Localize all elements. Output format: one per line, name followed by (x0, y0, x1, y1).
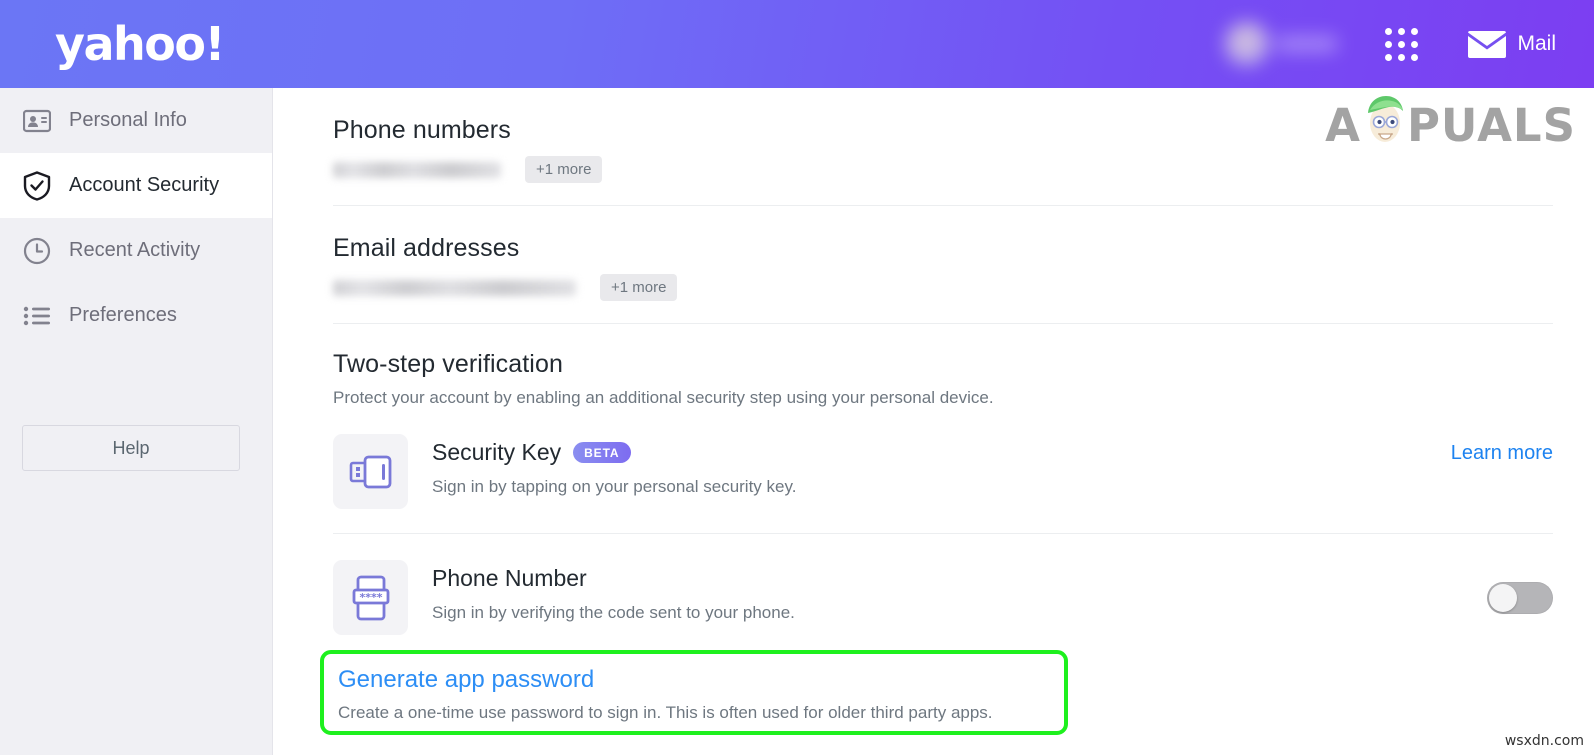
security-key-icon-box (333, 434, 408, 509)
apps-grid-dot (1411, 40, 1419, 48)
learn-more-link[interactable]: Learn more (1451, 434, 1553, 465)
apps-grid-dot (1411, 53, 1419, 61)
sidebar-item-preferences[interactable]: Preferences (0, 283, 272, 348)
help-button[interactable]: Help (22, 425, 240, 471)
site-watermark: wsxdn.com (1504, 733, 1584, 749)
appuals-brand-a: A (1325, 98, 1361, 152)
security-key-title: Security Key (432, 439, 562, 465)
appuals-mascot-icon (1367, 96, 1403, 142)
phone-number-icon-box: **** (333, 560, 408, 635)
security-key-usb-icon (349, 455, 391, 488)
mail-label: Mail (1517, 32, 1556, 55)
mail-link[interactable]: Mail (1468, 30, 1556, 58)
apps-grid-dot (1411, 27, 1419, 35)
generate-app-password-description: Create a one-time use password to sign i… (338, 703, 993, 722)
contact-card-icon (22, 106, 52, 136)
security-key-description: Sign in by tapping on your personal secu… (432, 477, 797, 496)
phone-number-title-line: Phone Number (432, 565, 1487, 592)
sidebar-item-label: Preferences (69, 304, 177, 326)
sidebar-item-label: Personal Info (69, 109, 187, 131)
security-key-title-line: Security Key BETA (432, 439, 1451, 466)
two-step-verification-section: Two-step verification Protect your accou… (333, 324, 1553, 659)
toggle-knob (1489, 583, 1517, 612)
appuals-brand-rest: PUALS (1406, 98, 1576, 152)
clock-icon (22, 236, 52, 266)
page-root: yahoo! Mail Personal Info Account Securi… (0, 0, 1594, 755)
phone-passcode-icon: **** (352, 575, 389, 620)
apps-grid-dot (1398, 27, 1406, 35)
header-right-cluster: Mail (1225, 22, 1556, 66)
phone-number-text: Phone Number Sign in by verifying the co… (432, 560, 1487, 623)
phone-number-title: Phone Number (432, 565, 587, 591)
apps-grid-dot (1398, 53, 1406, 61)
phone-number-description: Sign in by verifying the code sent to yo… (432, 603, 795, 622)
beta-badge: BETA (573, 442, 631, 463)
apps-grid-icon[interactable] (1385, 27, 1419, 61)
two-step-description: Protect your account by enabling an addi… (333, 388, 994, 407)
phone-number-toggle[interactable] (1487, 581, 1553, 614)
email-addresses-section: Email addresses +1 more (333, 206, 1553, 323)
security-key-method-row[interactable]: Security Key BETA Sign in by tapping on … (333, 408, 1553, 533)
appuals-watermark: A PUALS (1325, 96, 1576, 152)
sidebar-item-recent-activity[interactable]: Recent Activity (0, 218, 272, 283)
generate-app-password-section[interactable]: Generate app password Create a one-time … (320, 650, 1068, 735)
apps-grid-dot (1385, 40, 1393, 48)
generate-app-password-link[interactable]: Generate app password (338, 666, 1064, 694)
phone-number-method-row[interactable]: **** Phone Number Sign in by verifying t… (333, 534, 1553, 659)
list-icon (22, 301, 52, 331)
sidebar: Personal Info Account Security Recent Ac… (0, 88, 273, 755)
email-address-value-masked[interactable] (333, 279, 576, 296)
sidebar-item-personal-info[interactable]: Personal Info (0, 88, 272, 153)
yahoo-logo[interactable]: yahoo! (55, 21, 225, 67)
sidebar-item-label: Recent Activity (69, 239, 201, 261)
avatar-name-blurred (1277, 36, 1338, 52)
avatar[interactable] (1225, 22, 1338, 66)
phone-number-value-masked[interactable] (333, 161, 501, 178)
apps-grid-dot (1385, 53, 1393, 61)
top-header-bar: yahoo! Mail (0, 0, 1594, 88)
two-step-title: Two-step verification (333, 350, 563, 378)
svg-text:****: **** (359, 591, 382, 604)
email-addresses-row: +1 more (333, 274, 1553, 301)
avatar-image (1225, 22, 1270, 66)
shield-check-icon (22, 170, 52, 201)
email-addresses-title: Email addresses (333, 234, 520, 262)
security-key-text: Security Key BETA Sign in by tapping on … (432, 434, 1451, 497)
email-addresses-more-badge[interactable]: +1 more (600, 274, 678, 301)
sidebar-item-account-security[interactable]: Account Security (0, 153, 272, 218)
apps-grid-dot (1385, 27, 1393, 35)
apps-grid-dot (1398, 40, 1406, 48)
phone-numbers-more-badge[interactable]: +1 more (525, 156, 603, 183)
sidebar-item-label: Account Security (69, 174, 220, 196)
phone-numbers-row: +1 more (333, 156, 1553, 183)
mail-envelope-icon (1468, 30, 1507, 58)
